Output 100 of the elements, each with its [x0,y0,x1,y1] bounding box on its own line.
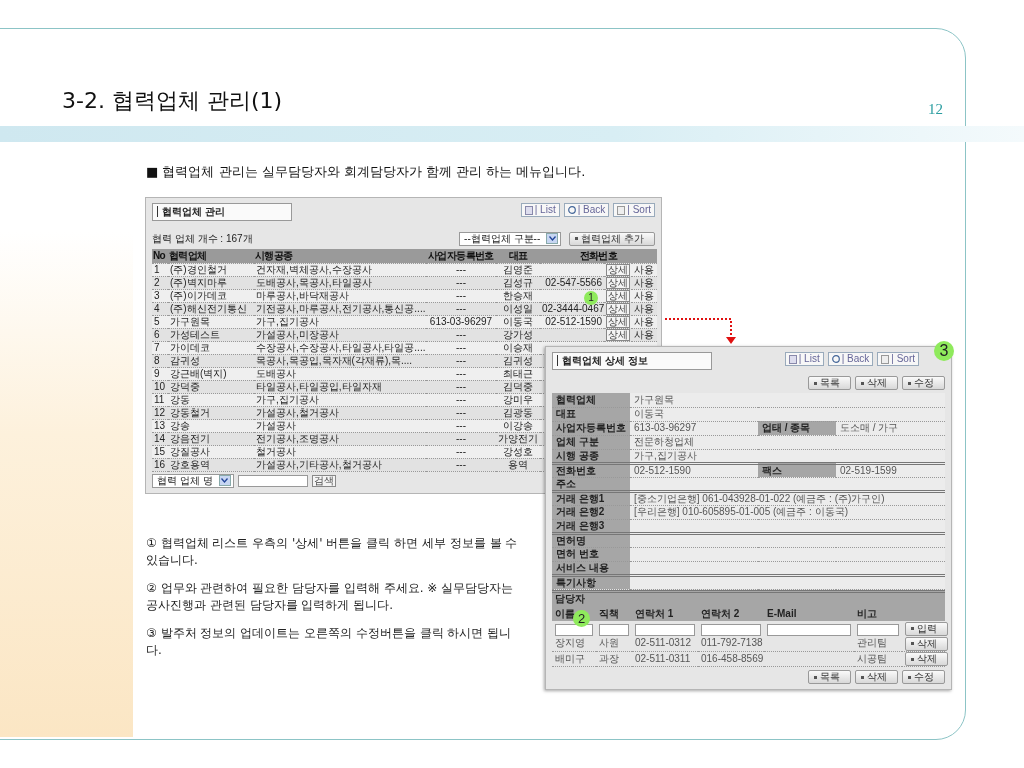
column-header: 연락처 2 [698,606,764,621]
mini-button[interactable]: 수정 [902,670,945,684]
table-cell: 가구,집기공사 [254,315,426,328]
field-value: 02-519-1599 [836,463,945,477]
mini-button[interactable]: 삭제 [905,636,948,651]
table-cell: 관리팀 [854,636,902,651]
table-cell: 장지영 [552,636,596,651]
field-label: 시행 공종 [552,449,630,463]
table-cell: 강덕중 [168,380,254,393]
mini-button[interactable]: 목록 [808,670,851,684]
table-cell: (주)경인철거 [168,263,254,276]
table-cell: 가이데코 [168,341,254,354]
table-cell: 8 [152,354,168,367]
table-cell: 10 [152,380,168,393]
count-label: 협력 업체 개수 : 167개 [152,232,253,246]
mini-button[interactable]: 입력 [905,621,948,636]
table-cell: 011-792-7138 [698,636,764,651]
table-cell: 12 [152,406,168,419]
mini-button[interactable]: 삭제 [855,376,898,390]
bullet-icon [861,381,864,385]
table-cell: 과장 [596,651,632,667]
field-label: 협력업체 [552,393,630,407]
bullet-icon [911,627,914,631]
table-cell: 가양전기 [496,432,540,445]
search-field[interactable] [237,474,308,487]
circle-icon [567,206,576,214]
detail-button[interactable]: 상세 [606,328,630,340]
mini-button[interactable]: 삭제 [905,652,948,666]
mini-button[interactable]: 목록 [808,376,851,390]
table-cell: 16 [152,458,168,471]
category-select[interactable]: --협력업체 구분-- [459,231,562,246]
table-cell: 사원 [596,636,632,651]
detail-button[interactable]: 상세 [606,289,630,301]
detail-button[interactable]: 상세 [606,263,630,275]
table-cell: 14 [152,432,168,445]
mini-button[interactable]: 수정 [902,376,945,390]
column-header: 전화번호 [540,249,657,263]
field-label: 거래 은행3 [552,519,630,533]
note-text: ③ 발주처 정보의 업데이트는 오른쪽의 수정버튼을 클릭 하시면 됩니다. [146,625,513,659]
table-cell: 용역 [496,458,540,471]
page-number: 12 [928,100,943,119]
toolbar-button[interactable]: | List [784,352,824,366]
field-label: 특기사항 [552,575,630,589]
panel-title: 협력업체 관리 [152,203,292,221]
search-select[interactable]: 협력 업체 명 [152,473,234,488]
search-button[interactable]: 검색 [311,474,336,487]
mini-button[interactable]: 협력업체 추가 [569,231,655,246]
table-cell: 13 [152,419,168,432]
input-field[interactable] [857,623,899,636]
table-cell: 016-458-8569 [698,651,764,667]
panel-title: 협력업체 상세 정보 [552,352,712,370]
table-cell: 이성일 [496,302,540,315]
toolbar-button[interactable]: | Sort [613,203,655,217]
detail-button[interactable]: 상세 [606,315,630,327]
intro-text: ■ 협력업체 관리는 실무담당자와 회계담당자가 함께 관리 하는 메뉴입니다. [146,163,586,181]
input-field[interactable] [599,623,629,636]
table-cell: 강미우 [496,393,540,406]
table-cell: 김영준 [496,263,540,276]
table-cell: --- [426,458,496,471]
table-cell: 613-03-96297 [426,315,496,328]
column-header: 연락처 1 [632,606,698,621]
bullet-icon [911,657,914,661]
section-title: 담당자 [555,593,585,605]
table-cell: 배미구 [552,651,596,667]
toolbar-button[interactable]: | List [520,203,560,217]
table-cell: 김귀성 [496,354,540,367]
toolbar-button[interactable]: | Back [563,203,610,217]
field-label: 팩스 [758,463,836,477]
table-cell: (주)벽지마루 [168,276,254,289]
field-label: 주소 [552,477,630,491]
toolbar-button[interactable]: | Sort [877,352,919,366]
bullet-icon [908,381,911,385]
field-label: 사업자등록번호 [552,421,630,435]
table-cell: 도배공사 [254,367,426,380]
input-field[interactable] [555,623,593,636]
table-cell: 02-3444-0467 [540,302,604,315]
input-field[interactable] [701,623,761,636]
table-cell: 한승재 [496,289,540,302]
table-cell: 4 [152,302,168,315]
column-header: 협력업체 [168,249,254,263]
mini-button[interactable]: 삭제 [855,670,898,684]
table-cell: 강근배(벽지) [168,367,254,380]
input-field[interactable] [767,623,851,636]
table-cell: 김성규 [496,276,540,289]
table-cell: 15 [152,445,168,458]
table-cell: 02-512-1590 [540,315,604,328]
table-cell: 이동국 [496,315,540,328]
table-cell: 타일공사,타일공입,타일자재 [254,380,426,393]
detail-button[interactable]: 상세 [606,302,630,314]
table-cell: 철거공사 [254,445,426,458]
toolbar-button[interactable]: | Back [827,352,874,366]
table-cell: 02-511-0312 [632,636,698,651]
detail-button[interactable]: 상세 [606,276,630,288]
table-cell: 김광동 [496,406,540,419]
field-label: 면허 번호 [552,547,630,561]
field-label: 거래 은행2 [552,505,630,519]
input-field[interactable] [635,623,695,636]
table-cell: 가설공사,미장공사 [254,328,426,341]
table-cell: 마루공사,바닥재공사 [254,289,426,302]
table-cell: 강성호 [496,445,540,458]
